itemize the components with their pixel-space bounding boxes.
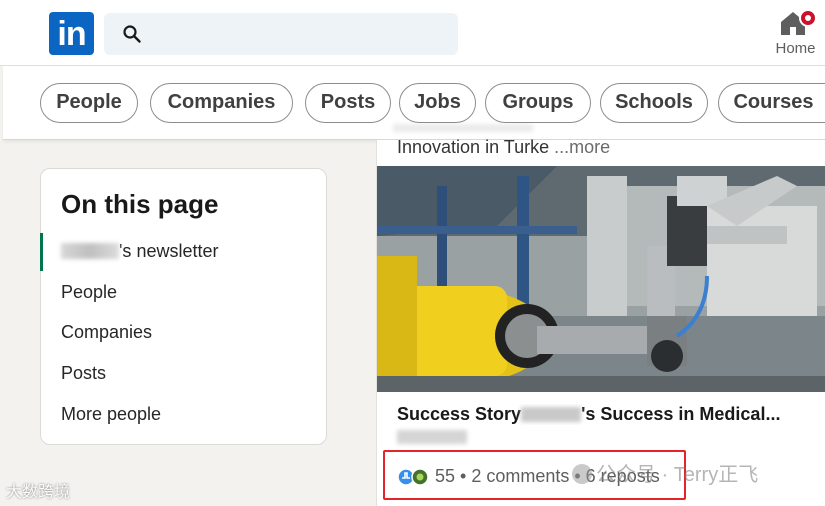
redacted-subtitle [397,430,467,444]
nav-home[interactable]: Home [764,6,825,62]
filter-companies[interactable]: Companies [150,83,293,123]
see-more-link[interactable]: ...more [554,137,610,157]
watermark-right-text: 公众号 · Terry正飞 [596,464,759,486]
filter-schools[interactable]: Schools [600,83,708,123]
active-indicator [40,233,43,271]
post-title[interactable]: Success Story 's Success in Medical... [397,404,817,425]
redacted-name [61,243,119,259]
notification-badge [799,9,817,27]
search-results-feed: Innovation in Turke ...more Success Stor… [376,137,825,506]
sidebar-item-more-people[interactable]: More people [61,404,161,425]
on-this-page-title: On this page [61,189,219,219]
sidebar-item-companies[interactable]: Companies [61,322,152,343]
previous-result-snippet: Innovation in Turke ...more [397,137,610,158]
post-image[interactable] [377,166,825,392]
sidebar-item-posts[interactable]: Posts [61,363,106,384]
search-icon [123,25,141,43]
filter-jobs[interactable]: Jobs [399,83,476,123]
watermark-left: 大数跨境 [6,484,71,501]
snippet-text: Innovation in Turke [397,137,550,157]
filter-courses[interactable]: Courses [718,83,825,123]
sidebar-item-newsletter[interactable]: 's newsletter [61,241,218,262]
watermark-right: 公众号 · Terry正飞 [572,458,758,488]
nav-home-label: Home [775,40,816,57]
filter-people[interactable]: People [40,83,138,123]
filter-posts[interactable]: Posts [305,83,391,123]
industrial-robot-image [377,166,825,392]
on-this-page-card: On this page 's newsletter People Compan… [40,168,327,445]
search-filter-bar: People Companies Posts Jobs Groups Schoo… [3,66,825,140]
linkedin-logo[interactable]: in [49,12,94,55]
reaction-icons [397,468,429,486]
sidebar-item-label: 's newsletter [119,241,219,261]
post-title-start: Success Story [397,404,522,424]
search-input[interactable] [154,21,444,47]
wechat-icon [572,464,592,484]
post-title-end: 's Success in Medical... [581,404,781,424]
top-navigation-bar: in Home [0,0,825,66]
sidebar-item-people[interactable]: People [61,282,117,303]
scrolled-text-remnant [393,124,533,132]
filter-groups[interactable]: Groups [485,83,591,123]
redacted-company [521,407,582,422]
search-box[interactable] [104,13,458,55]
